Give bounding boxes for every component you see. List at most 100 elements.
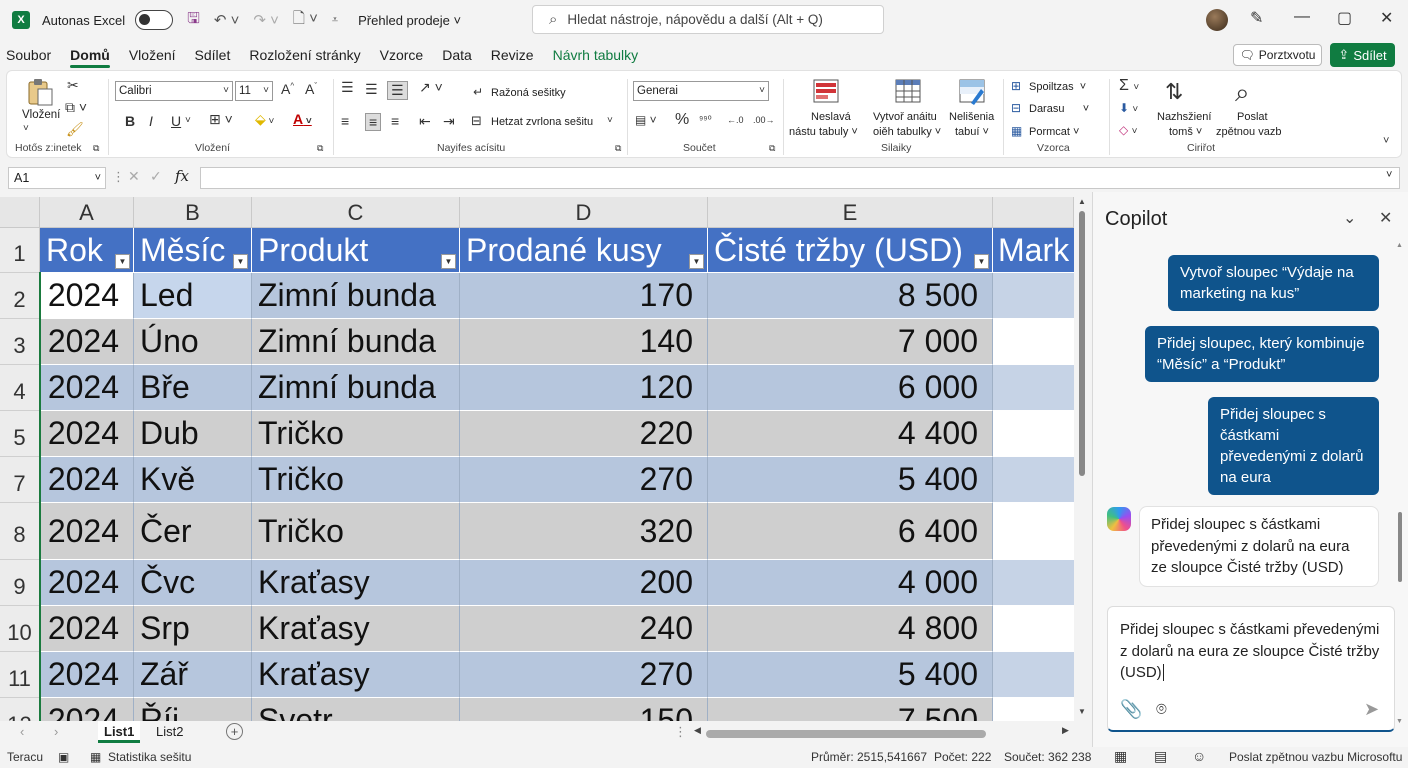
insert-cells-icon[interactable]: ⊞ <box>1011 79 1021 93</box>
name-box[interactable]: A1 ˅ <box>8 167 106 189</box>
scroll-up-icon[interactable]: ▲ <box>1396 242 1403 249</box>
column-header-b[interactable]: B <box>134 197 252 228</box>
table-cell[interactable]: 5 400 <box>708 457 993 503</box>
scroll-right-icon[interactable]: ▶ <box>1062 725 1069 736</box>
table-cell[interactable]: 2024 <box>40 273 134 319</box>
prompt-text[interactable]: Přidej sloupec s částkami převedenými z … <box>1120 619 1384 684</box>
column-header-d[interactable]: D <box>460 197 708 228</box>
new-file-icon[interactable]: 🗋 ˅ <box>293 8 318 33</box>
filter-dropdown-icon[interactable]: ▼ <box>233 254 248 269</box>
formula-input[interactable] <box>200 167 1400 189</box>
page-layout-view-icon[interactable]: ▤ <box>1154 748 1167 765</box>
column-header-a[interactable]: A <box>40 197 134 228</box>
status-count[interactable]: Počet: 222 <box>934 750 991 764</box>
table-cell[interactable]: 8 500 <box>708 273 993 319</box>
close-icon[interactable]: ✕ <box>1379 208 1392 228</box>
row-header[interactable]: 7 <box>0 457 40 503</box>
attach-icon[interactable]: 📎 <box>1120 699 1142 720</box>
align-top-icon[interactable]: ☰ <box>341 79 354 96</box>
table-cell[interactable]: Zimní bunda <box>252 273 460 319</box>
table-cell[interactable]: 2024 <box>40 457 134 503</box>
table-cell[interactable]: Svetr <box>252 698 460 721</box>
table-cell[interactable]: 2024 <box>40 319 134 365</box>
table-cell[interactable]: Kraťasy <box>252 652 460 698</box>
cell-styles-label-2[interactable]: tabuí ˅ <box>955 126 989 138</box>
align-bottom-icon[interactable]: ☰ <box>387 81 408 100</box>
sort-filter-label-2[interactable]: tomš ˅ <box>1169 126 1202 138</box>
table-cell[interactable] <box>993 319 1074 365</box>
enter-icon[interactable]: ✓ <box>150 168 162 185</box>
close-button[interactable]: ✕ <box>1380 8 1393 28</box>
table-cell[interactable]: 2024 <box>40 698 134 721</box>
table-cell[interactable] <box>993 560 1074 606</box>
font-name-select[interactable]: Calibri ˅ <box>115 81 233 101</box>
accounting-format-icon[interactable]: ▤ ˅ <box>635 113 657 127</box>
format-table-label-2[interactable]: oiěh tabulky ˅ <box>873 126 941 138</box>
fill-color-icon[interactable]: ⬙ ˅ <box>255 111 274 128</box>
table-cell[interactable]: Zimní bunda <box>252 319 460 365</box>
comma-style-icon[interactable]: ⁹⁹⁰ <box>699 115 712 126</box>
tab-data[interactable]: Data <box>436 40 478 70</box>
scroll-up-icon[interactable]: ▲ <box>1078 197 1086 206</box>
increase-decimal-icon[interactable]: ←.0 <box>727 115 744 125</box>
table-header-cell[interactable]: Rok ▼ <box>40 228 134 273</box>
autosave-toggle[interactable] <box>135 10 174 30</box>
chevron-down-icon[interactable]: ˅ <box>185 115 191 126</box>
decrease-decimal-icon[interactable]: .00→ <box>753 115 775 125</box>
table-cell[interactable]: Bře <box>134 365 252 411</box>
merge-center-label[interactable]: Hetzat zvrlona sešitu <box>491 116 593 128</box>
tab-home[interactable]: Domů <box>64 40 116 70</box>
table-cell[interactable]: 270 <box>460 652 708 698</box>
row-header[interactable]: 4 <box>0 365 40 411</box>
customize-toolbar-icon[interactable]: ⩡ <box>332 14 338 27</box>
tab-insert[interactable]: Vložení <box>123 40 182 70</box>
underline-icon[interactable]: U <box>171 113 181 129</box>
paste-label[interactable]: Vložení <box>22 109 60 121</box>
tab-review[interactable]: Revize <box>485 40 540 70</box>
column-header-f[interactable] <box>993 197 1074 228</box>
delete-cells-label[interactable]: Darasu ˅ <box>1029 103 1089 115</box>
table-cell[interactable] <box>993 365 1074 411</box>
workbook-statistics-icon[interactable]: ▦ <box>90 750 101 764</box>
undo-icon[interactable]: ↶ ˅ <box>214 11 240 29</box>
normal-view-icon[interactable]: ▦ <box>1114 748 1127 765</box>
number-format-select[interactable]: Generai ˅ <box>633 81 769 101</box>
table-header-cell[interactable]: Čisté tržby (USD) ▼ <box>708 228 993 273</box>
decrease-indent-icon[interactable]: ⇤ <box>419 113 431 130</box>
row-header[interactable]: 2 <box>0 273 40 319</box>
table-cell[interactable]: 6 400 <box>708 503 993 560</box>
table-header-cell[interactable]: Prodané kusy ▼ <box>460 228 708 273</box>
table-header-cell[interactable]: Měsíc ▼ <box>134 228 252 273</box>
clear-icon[interactable]: ◇ ˅ <box>1119 123 1137 137</box>
table-cell[interactable]: Tričko <box>252 457 460 503</box>
share-button[interactable]: ⇪ Sdílet <box>1330 43 1395 67</box>
vertical-scrollbar[interactable]: ▲ ▼ <box>1076 197 1088 721</box>
font-color-icon[interactable]: A ˅ <box>293 111 312 127</box>
row-header[interactable]: 11 <box>0 652 40 698</box>
table-cell[interactable]: 2024 <box>40 606 134 652</box>
table-cell[interactable]: Úno <box>134 319 252 365</box>
redo-icon[interactable]: ↷ ˅ <box>253 11 279 29</box>
find-icon[interactable]: ⌕ <box>1235 77 1250 109</box>
restore-button[interactable]: ▢ <box>1337 8 1352 28</box>
row-header[interactable]: 9 <box>0 560 40 606</box>
fill-icon[interactable]: ⬇ ˅ <box>1119 101 1138 115</box>
cell-styles-label-1[interactable]: Nelišenia <box>949 111 994 123</box>
table-cell[interactable]: 7 000 <box>708 319 993 365</box>
table-cell[interactable]: 4 800 <box>708 606 993 652</box>
format-painter-icon[interactable]: 🖌 <box>66 121 84 138</box>
row-header[interactable]: 5 <box>0 411 40 457</box>
feedback-label-2[interactable]: zpětnou vazb <box>1216 126 1281 138</box>
chevron-down-icon[interactable]: ˅ <box>23 123 29 134</box>
delete-cells-icon[interactable]: ⊟ <box>1011 101 1021 115</box>
feedback-label-1[interactable]: Poslat <box>1237 111 1268 123</box>
table-cell[interactable]: Zimní bunda <box>252 365 460 411</box>
status-sum[interactable]: Součet: 362 238 <box>1004 750 1091 764</box>
format-table-label-1[interactable]: Vytvoř anáitu <box>873 111 937 123</box>
increase-indent-icon[interactable]: ⇥ <box>443 113 455 130</box>
copy-icon[interactable]: ⧉ ˅ <box>65 99 87 116</box>
table-cell[interactable]: Tričko <box>252 411 460 457</box>
dialog-launcher-icon[interactable]: ⧉ <box>615 143 621 154</box>
table-cell[interactable] <box>993 273 1074 319</box>
table-cell[interactable]: 5 400 <box>708 652 993 698</box>
